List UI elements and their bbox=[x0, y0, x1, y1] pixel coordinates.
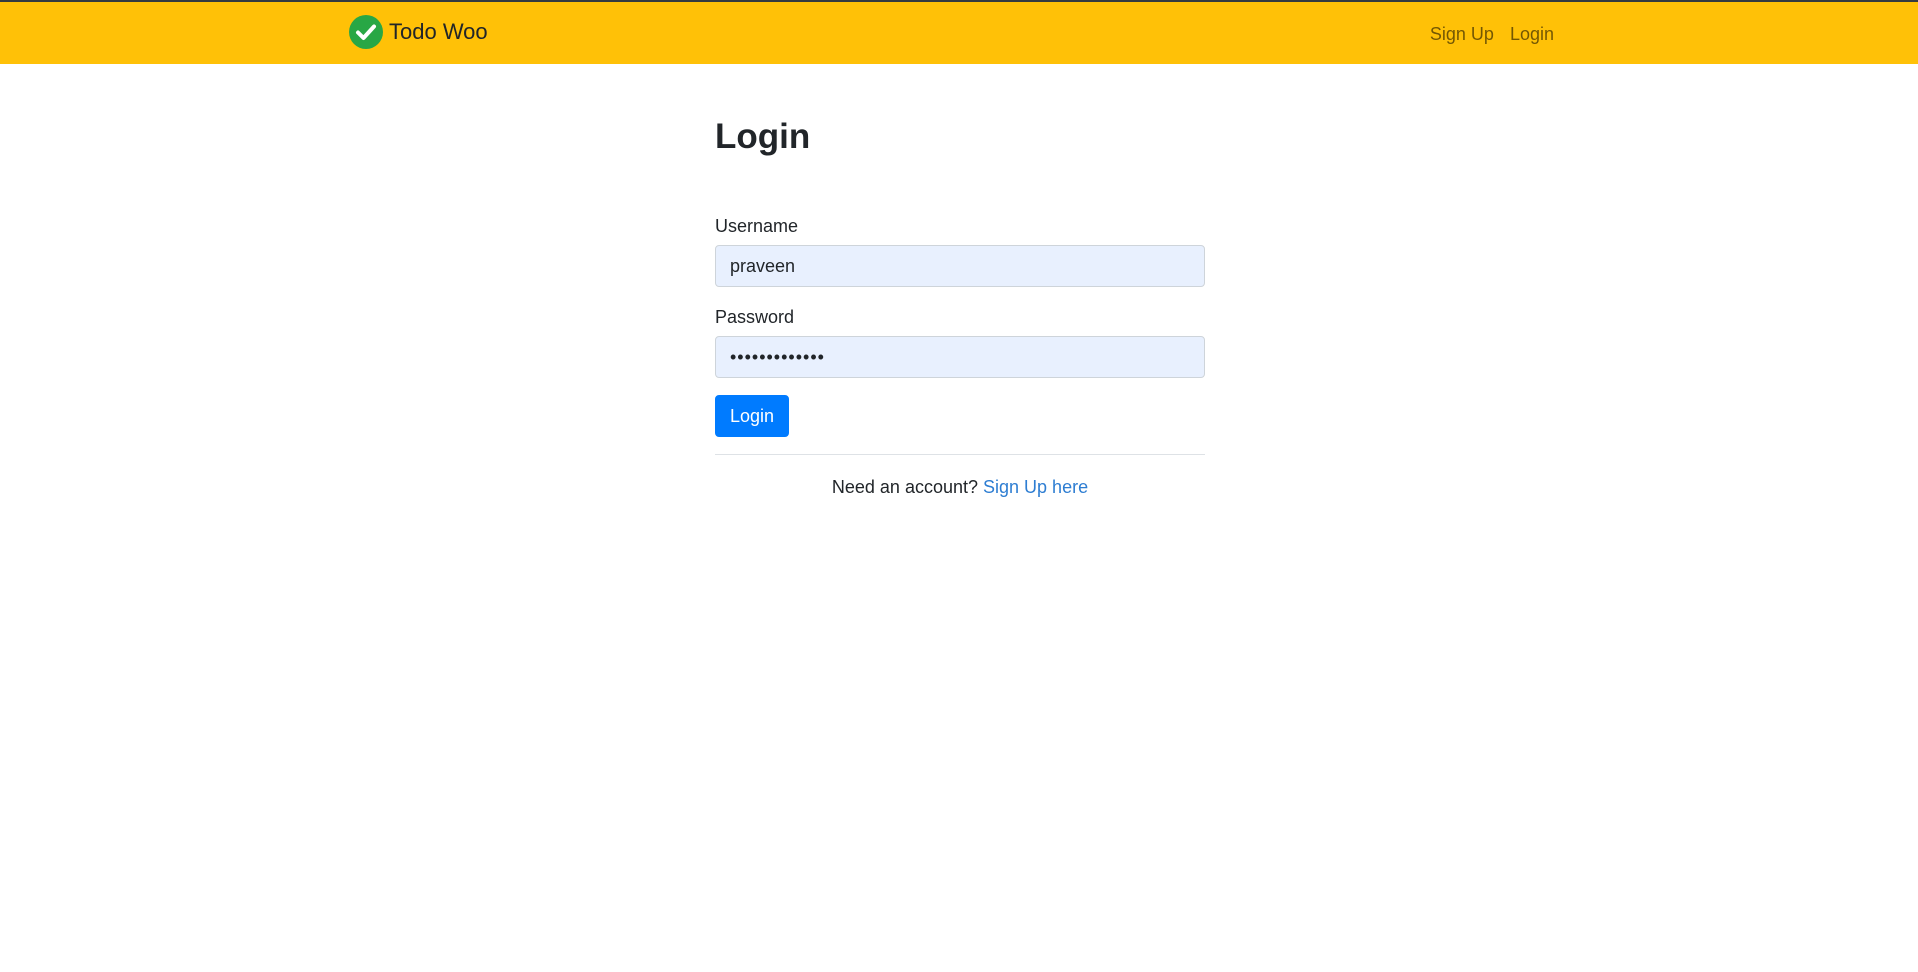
nav-login-link[interactable]: Login bbox=[1502, 22, 1562, 46]
username-label: Username bbox=[715, 216, 799, 236]
page-title: Login bbox=[715, 117, 811, 156]
divider bbox=[715, 454, 1205, 455]
signup-here-link[interactable]: Sign Up here bbox=[983, 477, 1088, 497]
navbar: Todo Woo Sign Up Login bbox=[0, 0, 1918, 64]
login-button[interactable]: Login bbox=[715, 395, 790, 437]
signup-prompt: Need an account? Sign Up here bbox=[715, 475, 1205, 499]
password-label: Password bbox=[715, 307, 795, 327]
check-circle-icon bbox=[349, 15, 383, 49]
nav-signup-link[interactable]: Sign Up bbox=[1422, 22, 1502, 46]
signup-prompt-text: Need an account? bbox=[831, 477, 978, 497]
login-container: Login Username Password Login Need an ac… bbox=[715, 64, 1205, 499]
login-form: Username Password Login bbox=[715, 214, 1205, 437]
brand-name: Todo Woo bbox=[389, 19, 488, 44]
password-input[interactable] bbox=[715, 336, 1205, 378]
brand-link[interactable]: Todo Woo bbox=[349, 15, 488, 49]
username-input[interactable] bbox=[715, 245, 1205, 287]
nav-links: Sign Up Login bbox=[1422, 22, 1562, 46]
